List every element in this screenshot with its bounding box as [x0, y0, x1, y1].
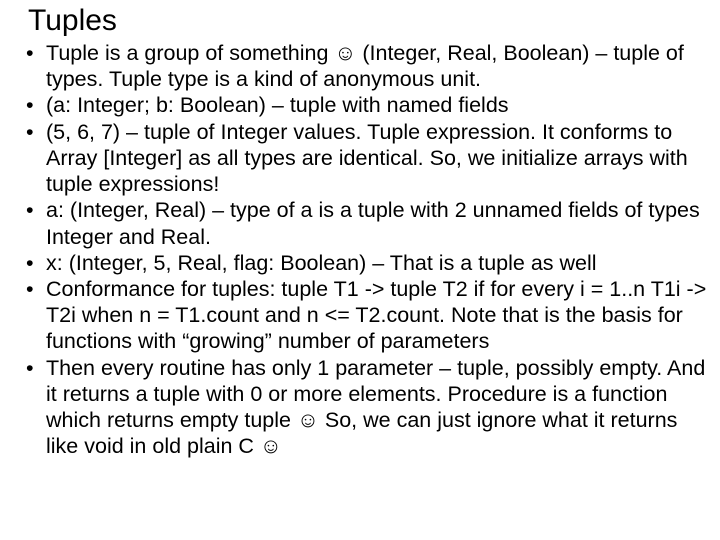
list-item: Conformance for tuples: tuple T1 -> tupl…	[42, 276, 710, 355]
list-item: Then every routine has only 1 parameter …	[42, 355, 710, 460]
slide: Tuples Tuple is a group of something ☺ (…	[0, 0, 720, 460]
list-item: x: (Integer, 5, Real, flag: Boolean) – T…	[42, 250, 710, 276]
list-item: (a: Integer; b: Boolean) – tuple with na…	[42, 92, 710, 118]
bullet-list: Tuple is a group of something ☺ (Integer…	[10, 40, 710, 460]
list-item: Tuple is a group of something ☺ (Integer…	[42, 40, 710, 92]
list-item: a: (Integer, Real) – type of a is a tupl…	[42, 197, 710, 249]
list-item: (5, 6, 7) – tuple of Integer values. Tup…	[42, 119, 710, 198]
slide-title: Tuples	[28, 4, 710, 38]
